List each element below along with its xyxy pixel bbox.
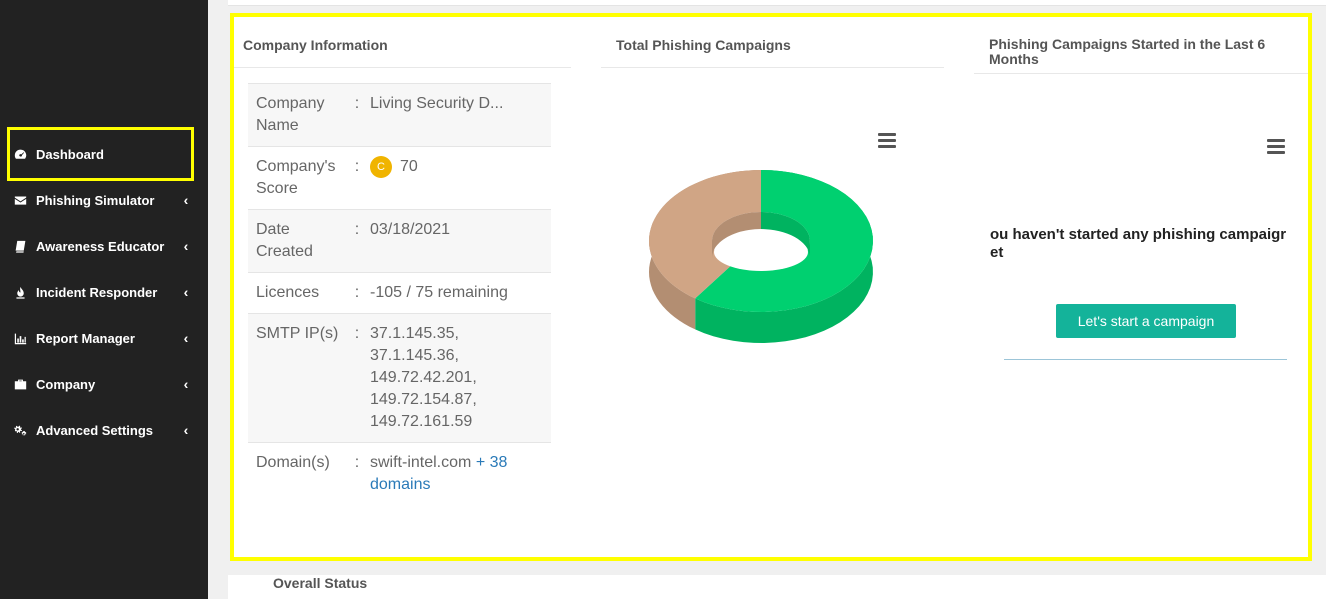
bar-chart-icon [13, 331, 27, 345]
message-line: et [990, 244, 1004, 261]
separator: : [344, 146, 370, 210]
sidebar-item-company[interactable]: Company ‹ [0, 364, 208, 404]
smtp-ip: 149.72.154.87, [370, 391, 477, 408]
chart-menu-icon[interactable] [878, 133, 896, 149]
date-created-label: Date Created [248, 209, 344, 273]
sidebar-item-label: Report Manager [36, 330, 135, 346]
chevron-left-icon: ‹ [183, 330, 189, 346]
sidebar-item-label: Phishing Simulator [36, 192, 155, 208]
chevron-left-icon: ‹ [183, 422, 189, 438]
table-row: Date Created : 03/18/2021 [248, 209, 551, 273]
smtp-label: SMTP IP(s) [248, 313, 344, 443]
sidebar-item-phishing-simulator[interactable]: Phishing Simulator ‹ [0, 180, 208, 220]
separator: : [344, 272, 370, 314]
chevron-left-icon: ‹ [183, 376, 189, 392]
campaigns-donut-chart [649, 170, 873, 343]
company-info-title: Company Information [243, 37, 388, 53]
smtp-ip: 37.1.145.35, [370, 325, 459, 342]
fire-icon [13, 285, 27, 299]
company-name-label: Company Name [248, 83, 344, 147]
separator: : [344, 442, 370, 505]
dashboard-icon [13, 147, 27, 161]
date-created-value: 03/18/2021 [370, 209, 551, 273]
sidebar-item-report-manager[interactable]: Report Manager ‹ [0, 318, 208, 358]
company-name-value: Living Security D... [370, 83, 551, 147]
chevron-left-icon: ‹ [183, 192, 189, 208]
app: Dashboard Phishing Simulator ‹ Awareness… [0, 0, 1326, 599]
company-info-table: Company Name : Living Security D... Comp… [248, 83, 551, 505]
no-campaigns-message: ou haven't started any phishing campaigr… [978, 226, 1308, 266]
domains-value-cell: swift-intel.com + 38 domains [370, 442, 551, 505]
start-campaign-button[interactable]: Let's start a campaign [1056, 304, 1236, 338]
sidebar-item-awareness-educator[interactable]: Awareness Educator ‹ [0, 226, 208, 266]
domain-value: swift-intel.com [370, 454, 472, 471]
table-row: Company Name : Living Security D... [248, 83, 551, 147]
overall-status-title: Overall Status [273, 575, 368, 591]
divider [1004, 359, 1287, 360]
separator: : [344, 313, 370, 443]
sidebar-item-advanced-settings[interactable]: Advanced Settings ‹ [0, 410, 208, 450]
licences-label: Licences [248, 272, 344, 314]
score-grade-badge: C [370, 156, 392, 178]
chart-menu-icon[interactable] [1267, 139, 1285, 155]
divider [232, 67, 571, 68]
sidebar-item-label: Advanced Settings [36, 422, 154, 438]
sidebar-item-dashboard[interactable]: Dashboard [7, 127, 194, 181]
sidebar: Dashboard Phishing Simulator ‹ Awareness… [0, 0, 208, 599]
sidebar-item-incident-responder[interactable]: Incident Responder ‹ [0, 272, 208, 312]
divider [601, 67, 944, 68]
book-icon [13, 239, 27, 253]
smtp-values: 37.1.145.35, 37.1.145.36, 149.72.42.201,… [370, 313, 551, 443]
sidebar-item-label: Company [36, 376, 96, 392]
main-content: Company Information Company Name : Livin… [208, 0, 1326, 599]
separator: : [344, 209, 370, 273]
sidebar-item-label: Awareness Educator [36, 238, 165, 254]
company-score-value-cell: C 70 [370, 146, 551, 210]
envelope-icon [13, 193, 27, 207]
recent-campaigns-title: Phishing Campaigns Started in the Last 6… [989, 36, 1266, 67]
chevron-left-icon: ‹ [183, 238, 189, 254]
smtp-ip: 149.72.161.59 [370, 413, 473, 430]
total-campaigns-title: Total Phishing Campaigns [616, 37, 791, 53]
top-strip [228, 0, 1326, 6]
chevron-left-icon: ‹ [183, 284, 189, 300]
smtp-ip: 149.72.42.201, [370, 369, 477, 386]
table-row: Domain(s) : swift-intel.com + 38 domains [248, 442, 551, 505]
donut-hole [714, 233, 808, 271]
domains-label: Domain(s) [248, 442, 344, 505]
divider [974, 73, 1308, 74]
company-score-label: Company's Score [248, 146, 344, 210]
smtp-ip: 37.1.145.36, [370, 347, 459, 364]
table-row: SMTP IP(s) : 37.1.145.35, 37.1.145.36, 1… [248, 313, 551, 443]
company-score-value: 70 [400, 158, 418, 176]
table-row: Company's Score : C 70 [248, 146, 551, 210]
table-row: Licences : -105 / 75 remaining [248, 272, 551, 314]
gears-icon [13, 423, 27, 437]
licences-value: -105 / 75 remaining [370, 272, 551, 314]
sidebar-item-label: Dashboard [36, 146, 104, 162]
overall-status-panel: Overall Status [228, 575, 1326, 599]
message-line: ou haven't started any phishing campaigr [990, 226, 1287, 243]
separator: : [344, 83, 370, 147]
sidebar-item-label: Incident Responder [36, 284, 158, 300]
briefcase-icon [13, 377, 27, 391]
